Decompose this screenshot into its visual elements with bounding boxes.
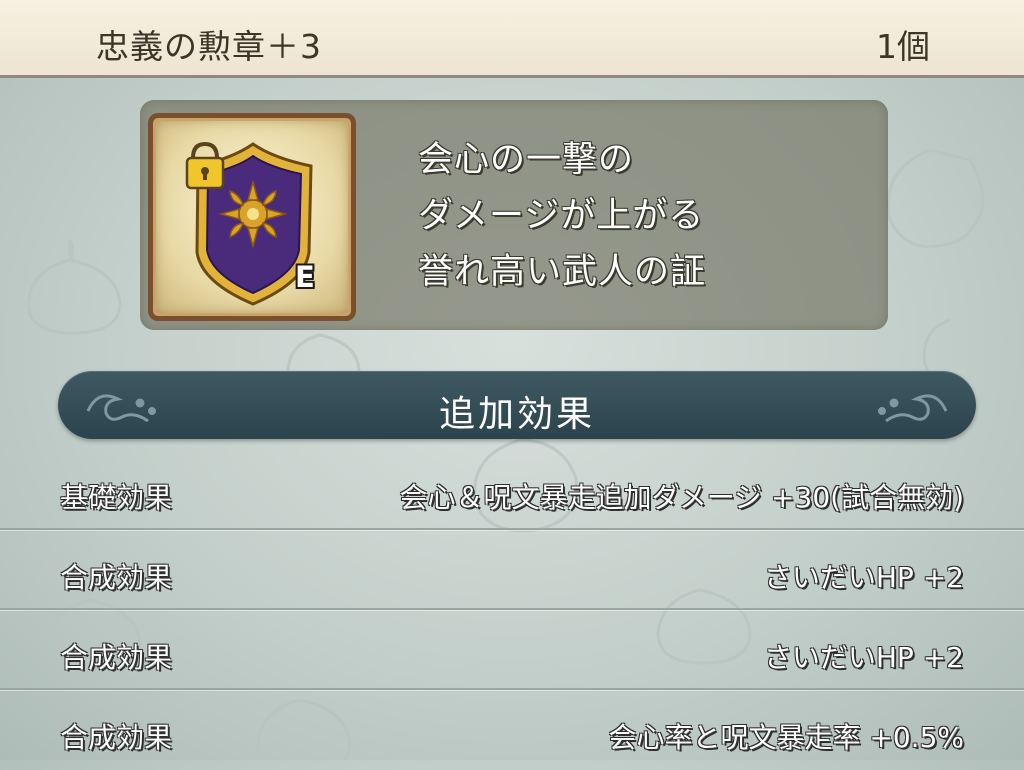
item-count: 1個 [876, 27, 930, 66]
description-line: ダメージが上がる [418, 196, 705, 236]
item-description: 会心の一撃の ダメージが上がる 誉れ高い武人の証 [418, 132, 878, 300]
effect-row: 合成効果 さいだいHP +2 [0, 530, 1024, 610]
effect-value: 会心＆呪文暴走追加ダメージ +30(試合無効) [399, 481, 964, 514]
effect-label: 合成効果 [60, 641, 173, 674]
effect-row: 合成効果 さいだいHP +2 [0, 610, 1024, 690]
effect-row: 合成効果 会心率と呪文暴走率 +0.5% [0, 690, 1024, 770]
lock-icon [185, 141, 225, 190]
effects-section-title: 追加効果 [438, 394, 595, 435]
description-line: 会心の一撃の [418, 140, 635, 180]
shield-medal-icon [185, 141, 313, 306]
description-line: 誉れ高い武人の証 [418, 252, 707, 292]
equipped-badge: E [295, 260, 315, 294]
effect-label: 合成効果 [60, 721, 173, 754]
effect-label: 基礎効果 [60, 481, 173, 514]
effect-label: 合成効果 [60, 561, 173, 594]
effect-value: 会心率と呪文暴走率 +0.5% [608, 721, 965, 754]
item-icon-frame[interactable]: E [148, 113, 356, 321]
effect-row: 基礎効果 会心＆呪文暴走追加ダメージ +30(試合無効) [0, 450, 1024, 530]
effect-value: さいだいHP +2 [763, 641, 964, 674]
flourish-right-icon [878, 394, 948, 423]
item-name: 忠義の勲章＋3 [96, 27, 322, 66]
effect-value: さいだいHP +2 [763, 561, 964, 594]
effects-section-header: 追加効果 [58, 371, 976, 439]
item-title-bar: 忠義の勲章＋3 1個 [0, 0, 1024, 78]
